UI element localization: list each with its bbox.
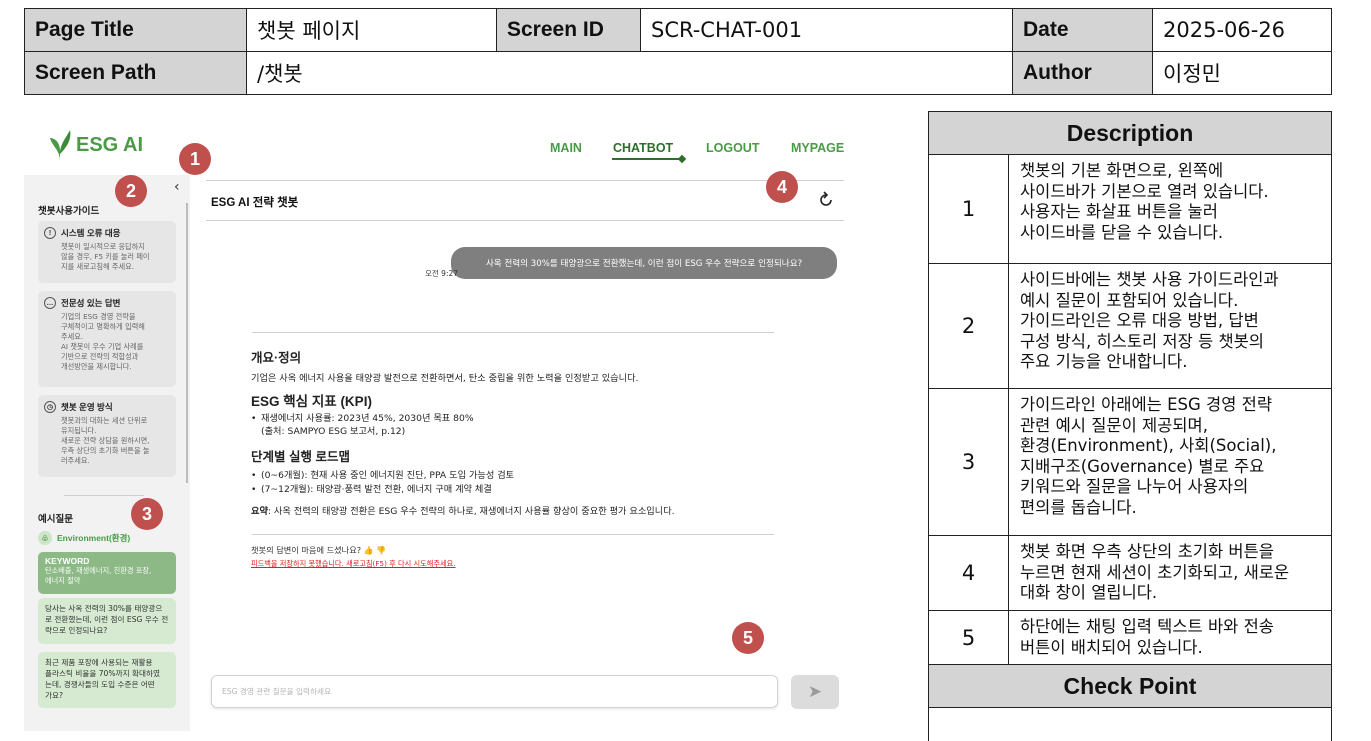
sidebar-scrollbar[interactable] bbox=[186, 203, 188, 483]
send-button[interactable]: ➤ bbox=[791, 675, 839, 709]
description-row: 5 하단에는 채팅 입력 텍스트 바와 전송 버튼이 배치되어 있습니다. bbox=[929, 611, 1331, 665]
sidebar: ‹ 챗봇사용가이드 ! 시스템 오류 대응 챗봇이 일시적으로 응답하지 않을 … bbox=[24, 175, 190, 731]
divider bbox=[206, 180, 844, 181]
description-table: Description 1 챗봇의 기본 화면으로, 왼쪽에 사이드바가 기본으… bbox=[928, 111, 1332, 741]
row-number: 5 bbox=[929, 611, 1009, 664]
nav-active-underline bbox=[612, 158, 682, 160]
guide-card-title: 시스템 오류 대응 bbox=[61, 228, 121, 238]
logo[interactable]: ESG AI bbox=[48, 128, 143, 162]
answer-list-item: • 재생에너지 사용률: 2023년 45%, 2030년 목표 80% bbox=[251, 413, 474, 424]
screen-path-label: Screen Path bbox=[25, 52, 247, 94]
page-title-value: 챗봇 페이지 bbox=[247, 9, 497, 52]
logo-text: ESG AI bbox=[76, 133, 144, 156]
divider bbox=[252, 332, 774, 333]
leaf-category-icon: ♧ bbox=[38, 531, 52, 545]
clock-icon: ◷ bbox=[44, 401, 56, 413]
divider bbox=[206, 220, 844, 221]
guide-card-operation: ◷ 챗봇 운영 방식 챗봇과의 대화는 세션 단위로 유지됩니다. 새로운 전략… bbox=[38, 395, 176, 477]
keyword-body: 탄소배출, 재생에너지, 친환경 포장, 에너지 절약 bbox=[45, 566, 152, 585]
screen-id-value: SCR-CHAT-001 bbox=[641, 9, 1013, 52]
marker-3: 3 bbox=[131, 498, 163, 530]
example-question[interactable]: 당사는 사옥 전력의 30%를 태양광으 로 전환했는데, 이런 점이 ESG … bbox=[38, 598, 176, 644]
answer-paragraph: 기업은 사옥 에너지 사용을 태양광 발전으로 전환하면서, 탄소 중립을 위한… bbox=[251, 373, 639, 384]
nav-mypage[interactable]: MYPAGE bbox=[791, 141, 844, 155]
screen-path-value: /챗봇 bbox=[247, 52, 1013, 94]
row-number: 3 bbox=[929, 389, 1009, 535]
answer-section-title: 개요·정의 bbox=[251, 351, 302, 365]
answer-list-item: • (0~6개월): 현재 사용 중인 에너지원 진단, PPA 도입 가능성 검… bbox=[251, 470, 515, 481]
chat-input[interactable]: ESG 경영 관련 질문을 입력하세요 bbox=[211, 675, 778, 708]
row-text: 하단에는 채팅 입력 텍스트 바와 전송 버튼이 배치되어 있습니다. bbox=[1020, 617, 1274, 657]
guide-card-error: ! 시스템 오류 대응 챗봇이 일시적으로 응답하지 않을 경우, F5 키를 … bbox=[38, 221, 176, 283]
thumbs-icons[interactable]: 👍 👎 bbox=[364, 546, 386, 555]
feedback-question: 챗봇의 답변이 마음에 드셨나요? 👍 👎 bbox=[251, 545, 387, 555]
author-label: Author bbox=[1013, 52, 1153, 94]
keyword-title: KEYWORD bbox=[45, 556, 90, 566]
description-row: 3 가이드라인 아래에는 ESG 경영 전략 관련 예시 질문이 제공되며, 환… bbox=[929, 389, 1331, 536]
checkpoint-header: Check Point bbox=[929, 665, 1331, 708]
nav-main[interactable]: MAIN bbox=[550, 141, 582, 155]
answer-list-item: • (7~12개월): 태양광·풍력 발전 전환, 에너지 구매 계약 체결 bbox=[251, 484, 492, 495]
marker-5: 5 bbox=[732, 622, 764, 654]
description-row: 4 챗봇 화면 우측 상단의 초기화 버튼을 누르면 현재 세션이 초기화되고,… bbox=[929, 536, 1331, 611]
divider bbox=[252, 534, 774, 535]
marker-1: 1 bbox=[179, 143, 211, 175]
row-number: 4 bbox=[929, 536, 1009, 610]
guide-card-body: 챗봇이 일시적으로 응답하지 않을 경우, F5 키를 눌러 페이 지를 새로고… bbox=[61, 242, 150, 271]
guide-card-body: 기업의 ESG 경영 전략을 구체적이고 명확하게 입력해 주세요. AI 챗봇… bbox=[61, 312, 145, 371]
row-text: 가이드라인 아래에는 ESG 경영 전략 관련 예시 질문이 제공되며, 환경(… bbox=[1020, 395, 1277, 517]
answer-section-title: 단계별 실행 로드맵 bbox=[251, 450, 350, 464]
answer-list-item: (출처: SAMPYO ESG 보고서, p.12) bbox=[261, 426, 406, 437]
page-title-label: Page Title bbox=[25, 9, 247, 52]
environment-label: Environment(환경) bbox=[57, 533, 131, 543]
guide-card-body: 챗봇과의 대화는 세션 단위로 유지됩니다. 새로운 전략 상담을 원하시면, … bbox=[61, 416, 150, 465]
date-value: 2025-06-26 bbox=[1153, 9, 1331, 52]
row-text: 사이드바에는 챗봇 사용 가이드라인과 예시 질문이 포함되어 있습니다. 가이… bbox=[1020, 270, 1279, 371]
answer-section-title: ESG 핵심 지표 (KPI) bbox=[251, 394, 372, 409]
guide-title: 챗봇사용가이드 bbox=[38, 206, 100, 217]
warning-icon: ! bbox=[44, 227, 56, 239]
guide-card-expert: … 전문성 있는 답변 기업의 ESG 경영 전략을 구체적이고 명확하게 입력… bbox=[38, 291, 176, 387]
description-header: Description bbox=[929, 112, 1331, 155]
row-text: 챗봇의 기본 화면으로, 왼쪽에 사이드바가 기본으로 열려 있습니다. 사용자… bbox=[1020, 161, 1269, 242]
collapse-sidebar-icon[interactable]: ‹ bbox=[174, 179, 180, 195]
feedback-error: 피드백을 저장하지 못했습니다. 새로고침(F5) 후 다시 시도해주세요. bbox=[251, 559, 456, 568]
message-time: 오전 9:27 bbox=[425, 269, 459, 278]
date-label: Date bbox=[1013, 9, 1153, 52]
guide-card-title: 챗봇 운영 방식 bbox=[61, 402, 113, 412]
row-number: 1 bbox=[929, 155, 1009, 263]
chatbot-mockup: ESG AI MAIN CHATBOT LOGOUT MYPAGE ‹ 챗봇사용… bbox=[24, 110, 904, 741]
description-row: 1 챗봇의 기본 화면으로, 왼쪽에 사이드바가 기본으로 열려 있습니다. 사… bbox=[929, 155, 1331, 264]
example-title: 예시질문 bbox=[38, 514, 73, 525]
author-value: 이정민 bbox=[1153, 52, 1331, 94]
description-row: 2 사이드바에는 챗봇 사용 가이드라인과 예시 질문이 포함되어 있습니다. … bbox=[929, 264, 1331, 389]
marker-4: 4 bbox=[766, 171, 798, 203]
environment-category[interactable]: ♧ Environment(환경) bbox=[38, 531, 130, 545]
keyword-card: KEYWORD 탄소배출, 재생에너지, 친환경 포장, 에너지 절약 bbox=[38, 552, 176, 594]
spec-header-table: Page Title 챗봇 페이지 Screen ID SCR-CHAT-001… bbox=[24, 8, 1332, 95]
chat-icon: … bbox=[44, 297, 56, 309]
answer-summary: 요약: 사옥 전력의 태양광 전환은 ESG 우수 전략의 하나로, 재생에너지… bbox=[251, 506, 675, 517]
refresh-icon[interactable] bbox=[816, 190, 836, 210]
example-question[interactable]: 최근 제품 포장에 사용되는 재활용 플라스틱 비율을 70%까지 확대하였 는… bbox=[38, 652, 176, 708]
row-text: 챗봇 화면 우측 상단의 초기화 버튼을 누르면 현재 세션이 초기화되고, 새… bbox=[1020, 542, 1290, 602]
marker-2: 2 bbox=[115, 175, 147, 207]
user-message-bubble: 사옥 전력의 30%를 태양광으로 전환했는데, 이런 점이 ESG 우수 전략… bbox=[451, 247, 837, 279]
chat-title: ESG AI 전략 챗봇 bbox=[211, 197, 299, 209]
nav-chatbot[interactable]: CHATBOT bbox=[613, 141, 673, 155]
sidebar-divider bbox=[64, 495, 144, 496]
checkpoint-body bbox=[929, 708, 1331, 741]
send-icon: ➤ bbox=[807, 682, 823, 702]
guide-card-title: 전문성 있는 답변 bbox=[61, 298, 121, 308]
nav-logout[interactable]: LOGOUT bbox=[706, 141, 759, 155]
row-number: 2 bbox=[929, 264, 1009, 388]
leaf-icon bbox=[50, 130, 71, 161]
screen-id-label: Screen ID bbox=[497, 9, 641, 52]
